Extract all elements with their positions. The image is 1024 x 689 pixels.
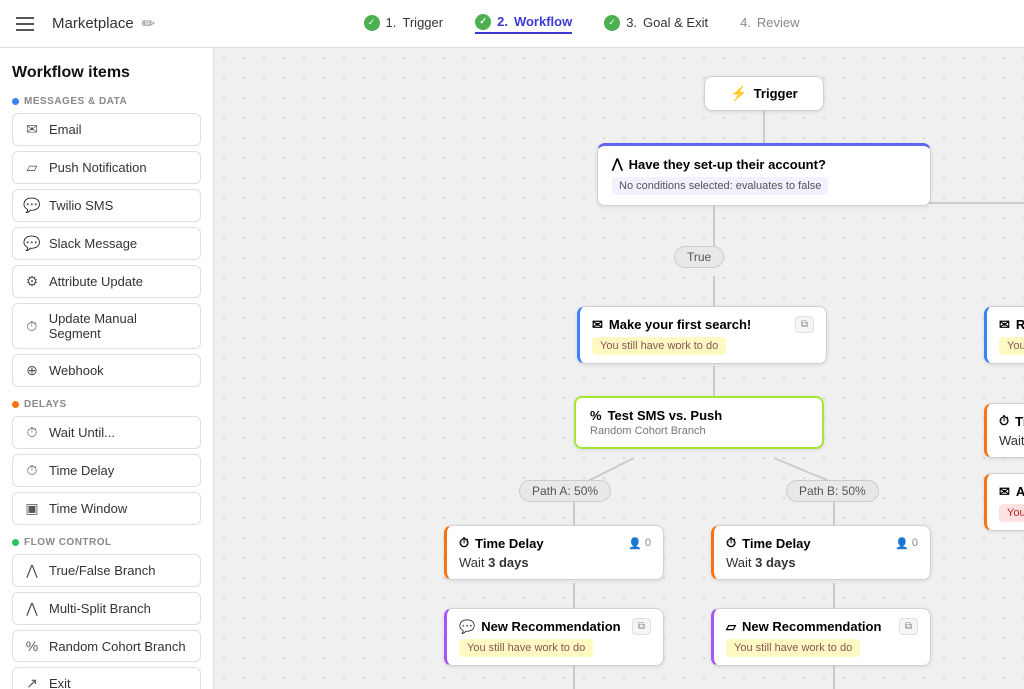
- reminder-work: You still have work to do: [999, 337, 1024, 355]
- dot-messages: [12, 98, 19, 105]
- step-goal[interactable]: ✓ 3. Goal & Exit: [604, 15, 708, 33]
- sidebar-item-random-cohort[interactable]: % Random Cohort Branch: [12, 630, 201, 662]
- slack-icon: 💬: [23, 235, 41, 252]
- sidebar-item-attribute[interactable]: ⚙ Attribute Update: [12, 265, 201, 298]
- dot-flow: [12, 539, 19, 546]
- new-rec-node-1[interactable]: 💬 New Recommendation ⧉ You still have wo…: [444, 608, 664, 666]
- time-delay-2-people: 👤 0: [895, 537, 918, 550]
- webhook-icon: ⊕: [23, 362, 41, 379]
- path-a-label: Path A: 50%: [519, 480, 611, 502]
- time-delay-3-icon: ⏱: [999, 413, 1009, 429]
- alert-icon: ✉: [999, 484, 1010, 500]
- reminder-icon: ✉: [999, 317, 1010, 333]
- new-rec-2-badge: ⧉: [899, 618, 918, 635]
- segment-icon: ⏱: [23, 318, 41, 335]
- time-delay-1-icon: ⏱: [459, 535, 469, 551]
- new-rec-2-icon: ▱: [726, 619, 736, 635]
- exit-icon: ↗: [23, 675, 41, 689]
- sms-icon: 💬: [23, 197, 41, 214]
- trigger-icon: ⚡: [730, 85, 747, 102]
- steps-nav: ✓ 1. Trigger ✓ 2. Workflow ✓ 3. Goal & E…: [364, 14, 800, 34]
- section-flow: FLOW CONTROL: [12, 537, 201, 548]
- sidebar-item-push[interactable]: ▱ Push Notification: [12, 151, 201, 184]
- trigger-label: Trigger: [754, 86, 798, 101]
- condition-icon: ⋀: [612, 156, 623, 172]
- sidebar-item-exit[interactable]: ↗ Exit: [12, 667, 201, 689]
- time-delay-3-wait: Wait 2 days: [999, 433, 1024, 448]
- time-delay-2-icon: ⏱: [726, 535, 736, 551]
- section-delays: DELAYS: [12, 399, 201, 410]
- sidebar-item-true-false[interactable]: ⋀ True/False Branch: [12, 554, 201, 587]
- sidebar: Workflow items MESSAGES & DATA ✉ Email ▱…: [0, 48, 214, 689]
- header: Marketplace ✏ ✓ 1. Trigger ✓ 2. Workflow…: [0, 0, 1024, 48]
- sidebar-item-email[interactable]: ✉ Email: [12, 113, 201, 146]
- cohort-subtitle: Random Cohort Branch: [590, 425, 808, 437]
- section-messages: MESSAGES & DATA: [12, 96, 201, 107]
- condition-node[interactable]: ⋀ Have they set-up their account? No con…: [597, 143, 931, 206]
- workflow-canvas[interactable]: ⚡ Trigger ⋀ Have they set-up their accou…: [214, 48, 1024, 689]
- cohort-icon: %: [590, 408, 602, 423]
- attribute-icon: ⚙: [23, 273, 41, 290]
- alert-work: You still have work to do: [999, 504, 1024, 522]
- sidebar-item-segment[interactable]: ⏱ Update Manual Segment: [12, 303, 201, 349]
- sidebar-item-slack[interactable]: 💬 Slack Message: [12, 227, 201, 260]
- make-search-icon: ✉: [592, 317, 603, 333]
- step-check-goal: ✓: [604, 15, 620, 31]
- time-delay-icon: ⏱: [23, 462, 41, 479]
- main-layout: Workflow items MESSAGES & DATA ✉ Email ▱…: [0, 48, 1024, 689]
- edit-icon[interactable]: ✏: [142, 14, 155, 34]
- brand-name: Marketplace: [52, 15, 134, 32]
- condition-subtitle: No conditions selected: evaluates to fal…: [612, 177, 828, 195]
- time-delay-1-people: 👤 0: [628, 537, 651, 550]
- random-cohort-icon: %: [23, 638, 41, 654]
- alert-rep-node[interactable]: ✉ Alert Rep - Churn Risk ⧉ You still hav…: [984, 473, 1024, 531]
- cohort-node[interactable]: % Test SMS vs. Push Random Cohort Branch: [574, 396, 824, 449]
- path-b-label: Path B: 50%: [786, 480, 879, 502]
- time-delay-1-wait: Wait 3 days: [459, 555, 651, 570]
- step-trigger[interactable]: ✓ 1. Trigger: [364, 15, 444, 33]
- sidebar-item-sms[interactable]: 💬 Twilio SMS: [12, 189, 201, 222]
- sidebar-item-time-window[interactable]: ▣ Time Window: [12, 492, 201, 525]
- trigger-node[interactable]: ⚡ Trigger: [704, 76, 824, 111]
- step-check-trigger: ✓: [364, 15, 380, 31]
- time-delay-node-3[interactable]: ⏱ Time Delay 👤 0 Wait 2 days: [984, 403, 1024, 458]
- wait-icon: ⏱: [23, 424, 41, 441]
- time-delay-2-wait: Wait 3 days: [726, 555, 918, 570]
- email-icon: ✉: [23, 121, 41, 138]
- multi-split-icon: ⋀: [23, 600, 41, 617]
- dot-delays: [12, 401, 19, 408]
- true-false-icon: ⋀: [23, 562, 41, 579]
- time-delay-node-1[interactable]: ⏱ Time Delay 👤 0 Wait 3 days: [444, 525, 664, 580]
- sidebar-item-time-delay[interactable]: ⏱ Time Delay: [12, 454, 201, 487]
- new-rec-2-work: You still have work to do: [726, 639, 860, 657]
- time-delay-node-2[interactable]: ⏱ Time Delay 👤 0 Wait 3 days: [711, 525, 931, 580]
- new-rec-1-icon: 💬: [459, 619, 475, 635]
- push-icon: ▱: [23, 159, 41, 176]
- menu-button[interactable]: [16, 12, 40, 36]
- sidebar-item-multi-split[interactable]: ⋀ Multi-Split Branch: [12, 592, 201, 625]
- new-rec-1-work: You still have work to do: [459, 639, 593, 657]
- condition-title: ⋀ Have they set-up their account?: [612, 156, 916, 172]
- time-window-icon: ▣: [23, 500, 41, 517]
- make-search-badge: ⧉: [795, 316, 814, 333]
- step-check-workflow: ✓: [475, 14, 491, 30]
- sidebar-title: Workflow items: [12, 64, 201, 82]
- step-review[interactable]: 4. Review: [740, 15, 799, 32]
- canvas-inner: ⚡ Trigger ⋀ Have they set-up their accou…: [214, 48, 1024, 689]
- new-rec-1-badge: ⧉: [632, 618, 651, 635]
- make-search-work: You still have work to do: [592, 337, 726, 355]
- step-workflow[interactable]: ✓ 2. Workflow: [475, 14, 572, 34]
- new-rec-node-2[interactable]: ▱ New Recommendation ⧉ You still have wo…: [711, 608, 931, 666]
- sidebar-item-webhook[interactable]: ⊕ Webhook: [12, 354, 201, 387]
- reminder-node[interactable]: ✉ Reminder: Finish Set-Up ⧉ You still ha…: [984, 306, 1024, 364]
- make-search-node[interactable]: ✉ Make your first search! ⧉ You still ha…: [577, 306, 827, 364]
- true-label: True: [674, 246, 724, 268]
- sidebar-item-wait[interactable]: ⏱ Wait Until...: [12, 416, 201, 449]
